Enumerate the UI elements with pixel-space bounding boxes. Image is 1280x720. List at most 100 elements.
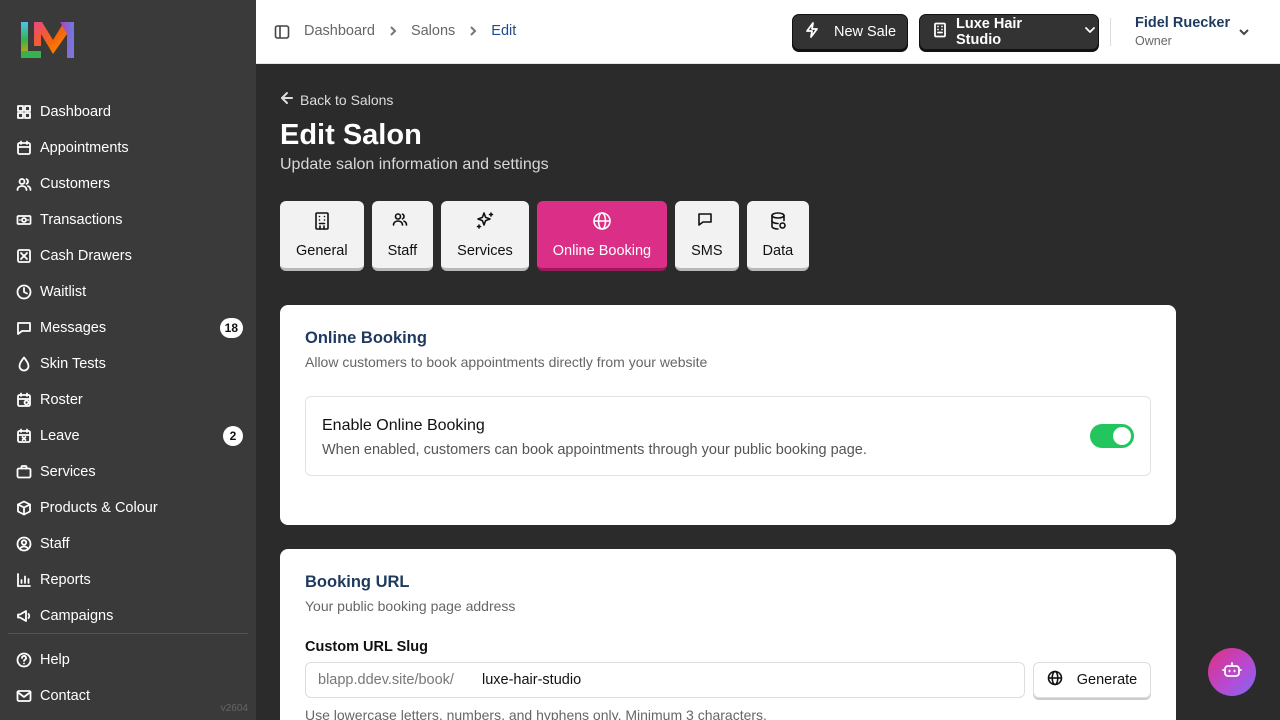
card-subtitle: Allow customers to book appointments dir…	[305, 354, 708, 370]
sidebar-item-help[interactable]: Help	[8, 642, 248, 678]
arrow-left-icon	[280, 91, 294, 108]
dashboard-icon	[16, 104, 32, 120]
toggle-knob	[1113, 427, 1131, 445]
calendar-x-icon	[16, 428, 32, 444]
sidebar-item-contact[interactable]: Contact	[8, 678, 248, 714]
tab-data[interactable]: Data	[746, 201, 810, 271]
tab-general[interactable]: General	[280, 201, 364, 271]
sidebar-item-label: Contact	[40, 688, 90, 704]
sidebar-item-label: Help	[40, 652, 70, 668]
enable-online-booking-setting: Enable Online Booking When enabled, cust…	[305, 396, 1151, 476]
bot-icon	[1222, 660, 1242, 685]
toggle-description: When enabled, customers can book appoint…	[322, 442, 867, 458]
sidebar-item-leave[interactable]: Leave 2	[8, 418, 248, 454]
sidebar-item-staff[interactable]: Staff	[8, 526, 248, 562]
bar-chart-icon	[16, 572, 32, 588]
page-subtitle: Update salon information and settings	[280, 156, 549, 173]
header-divider	[1110, 18, 1111, 46]
tab-label: General	[296, 242, 348, 259]
building-icon	[932, 22, 948, 42]
online-booking-toggle[interactable]	[1090, 424, 1134, 448]
sidebar-item-dashboard[interactable]: Dashboard	[8, 94, 248, 130]
sidebar-item-messages[interactable]: Messages 18	[8, 310, 248, 346]
sidebar-item-label: Appointments	[40, 140, 129, 156]
sidebar-item-campaigns[interactable]: Campaigns	[8, 598, 248, 634]
breadcrumb: Dashboard Salons Edit	[304, 23, 516, 39]
breadcrumb-edit: Edit	[491, 23, 517, 39]
main-content: Back to Salons Edit Salon Update salon i…	[256, 65, 1280, 720]
new-sale-button[interactable]: New Sale	[792, 14, 908, 50]
sidebar-item-transactions[interactable]: Transactions	[8, 202, 248, 238]
card-subtitle: Your public booking page address	[305, 598, 516, 614]
tab-services[interactable]: Services	[441, 201, 529, 271]
help-circle-icon	[16, 652, 32, 668]
sidebar-item-services[interactable]: Services	[8, 454, 248, 490]
url-slug-input[interactable]: luxe-hair-studio	[482, 672, 581, 688]
sidebar-item-reports[interactable]: Reports	[8, 562, 248, 598]
online-booking-card: Online Booking Allow customers to book a…	[280, 305, 1176, 525]
droplet-icon	[16, 356, 32, 372]
briefcase-icon	[16, 464, 32, 480]
sidebar-item-label: Roster	[40, 392, 83, 408]
sidebar-item-label: Products & Colour	[40, 500, 158, 516]
top-header: Dashboard Salons Edit New Sale Luxe Hair…	[256, 0, 1280, 64]
generate-label: Generate	[1076, 672, 1138, 688]
toggle-title: Enable Online Booking	[322, 417, 485, 434]
count-badge: 2	[223, 426, 243, 446]
sidebar-item-customers[interactable]: Customers	[8, 166, 248, 202]
breadcrumb-salons[interactable]: Salons	[411, 23, 455, 39]
sidebar-item-label: Customers	[40, 176, 111, 192]
sidebar-item-label: Campaigns	[40, 608, 114, 624]
chevron-down-icon	[1082, 22, 1098, 42]
sidebar-item-cash-drawers[interactable]: Cash Drawers	[8, 238, 248, 274]
sidebar-item-label: Services	[40, 464, 96, 480]
sidebar-item-waitlist[interactable]: Waitlist	[8, 274, 248, 310]
count-badge: 18	[219, 318, 243, 338]
user-menu[interactable]: Fidel Ruecker Owner	[1135, 15, 1230, 48]
app-version: v2604	[220, 703, 248, 714]
tab-online-booking[interactable]: Online Booking	[536, 201, 668, 271]
chevron-down-icon[interactable]	[1237, 25, 1251, 39]
users-icon	[392, 211, 412, 235]
tab-staff[interactable]: Staff	[371, 201, 434, 271]
tab-label: SMS	[691, 242, 723, 259]
sidebar-item-products-colour[interactable]: Products & Colour	[8, 490, 248, 526]
sidebar-item-skin-tests[interactable]: Skin Tests	[8, 346, 248, 382]
zap-icon	[804, 22, 820, 42]
app-logo[interactable]	[20, 20, 76, 60]
banknote-icon	[16, 212, 32, 228]
sidebar-item-label: Dashboard	[40, 104, 111, 120]
settings-tabs: General Staff Services Online Booking SMS Dat…	[280, 201, 810, 271]
tab-label: Online Booking	[552, 242, 652, 259]
sidebar-item-label: Skin Tests	[40, 356, 106, 372]
assistant-bot-button[interactable]	[1208, 648, 1256, 696]
user-circle-icon	[16, 536, 32, 552]
salon-selector[interactable]: Luxe Hair Studio	[919, 14, 1099, 50]
message-icon	[697, 211, 717, 235]
mail-icon	[16, 688, 32, 704]
tab-sms[interactable]: SMS	[675, 201, 739, 271]
back-label: Back to Salons	[300, 91, 394, 108]
database-icon	[768, 211, 788, 235]
sidebar-nav: Dashboard Appointments Customers Transactio…	[8, 94, 248, 634]
sidebar-item-label: Staff	[40, 536, 70, 552]
back-to-salons-link[interactable]: Back to Salons	[280, 91, 393, 108]
card-title: Booking URL	[305, 573, 410, 591]
breadcrumb-dashboard[interactable]: Dashboard	[304, 23, 375, 39]
users-icon	[16, 176, 32, 192]
clock-icon	[16, 284, 32, 300]
url-slug-field[interactable]: blapp.ddev.site/book/ luxe-hair-studio	[305, 662, 1025, 698]
sidebar: Dashboard Appointments Customers Transactio…	[0, 0, 256, 720]
globe-icon	[592, 211, 612, 235]
sidebar-item-appointments[interactable]: Appointments	[8, 130, 248, 166]
new-sale-label: New Sale	[833, 24, 897, 40]
sidebar-item-roster[interactable]: Roster	[8, 382, 248, 418]
sidebar-item-label: Messages	[40, 320, 107, 336]
sidebar-toggle-icon[interactable]	[274, 24, 290, 40]
sidebar-item-label: Leave	[40, 428, 80, 444]
page-title: Edit Salon	[280, 119, 422, 151]
salon-name: Luxe Hair Studio	[956, 16, 1023, 48]
generate-button[interactable]: Generate	[1033, 662, 1151, 698]
user-name: Fidel Ruecker	[1135, 15, 1231, 31]
cash-drawer-icon	[16, 248, 32, 264]
